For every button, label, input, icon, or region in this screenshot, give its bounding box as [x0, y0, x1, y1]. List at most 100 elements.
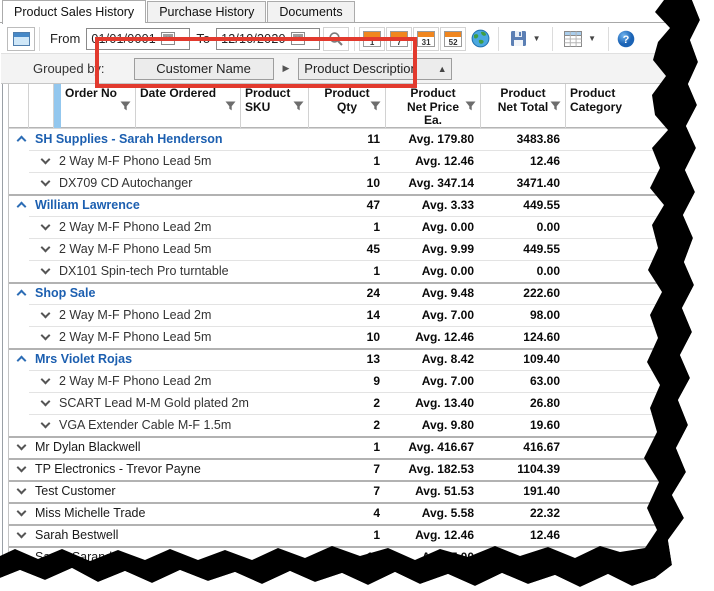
range-week-button[interactable]: 7	[386, 27, 412, 51]
expander-column-header	[29, 84, 54, 128]
expand-chevron-icon[interactable]	[17, 485, 27, 495]
tab-documents[interactable]: Documents	[267, 1, 354, 22]
expand-chevron-icon[interactable]	[17, 463, 27, 473]
expand-chevron-icon[interactable]	[41, 375, 51, 385]
expand-chevron-icon[interactable]	[17, 529, 27, 539]
expand-chevron-icon[interactable]	[41, 331, 51, 341]
column-header-product-sku[interactable]: Product SKU	[241, 84, 309, 128]
expand-chevron-icon[interactable]	[41, 265, 51, 275]
expand-chevron-icon[interactable]	[41, 419, 51, 429]
grouped-by-bar: Grouped by: Customer Name ▶ Product Desc…	[1, 53, 714, 84]
column-header-product-net-total[interactable]: Product Net Total	[481, 84, 566, 128]
customer-group-row[interactable]: Sarah Bestwell1Avg. 12.4612.46	[9, 524, 714, 546]
tab-product-sales-history[interactable]: Product Sales History	[2, 0, 146, 23]
range-day-button[interactable]: 1	[359, 27, 385, 51]
collapse-chevron-icon[interactable]	[17, 290, 27, 300]
group-field-customer-name[interactable]: Customer Name	[134, 58, 274, 80]
net-price-cell: Avg. 7.00	[380, 370, 474, 392]
customer-group-row[interactable]: Shop Sale24Avg. 9.48222.60	[9, 282, 714, 304]
to-date-input[interactable]: 12/10/2020	[216, 28, 320, 50]
customer-label: Sarah Sarandon	[35, 546, 126, 568]
collapse-chevron-icon[interactable]	[17, 136, 27, 146]
product-row[interactable]: 2 Way M-F Phono Lead 2m14Avg. 7.0098.00	[9, 304, 714, 326]
expand-chevron-icon[interactable]	[17, 507, 27, 517]
filter-icon[interactable]	[658, 101, 669, 111]
collapse-chevron-icon[interactable]	[17, 202, 27, 212]
qty-cell: 2	[304, 414, 380, 436]
product-row[interactable]: 2 Way M-F Phono Lead 2m9Avg. 7.0063.00	[9, 370, 714, 392]
chevron-down-icon[interactable]: ▼	[588, 34, 596, 43]
filter-icon[interactable]	[120, 101, 131, 111]
expand-chevron-icon[interactable]	[41, 397, 51, 407]
filter-icon[interactable]	[370, 101, 381, 111]
chevron-down-icon[interactable]: ▼	[533, 34, 541, 43]
column-header-product-net-price[interactable]: Product Net Price Ea.	[386, 84, 481, 128]
customer-group-row[interactable]: Sarah Sarandon14Avg. 7.0098.00	[9, 546, 714, 568]
column-header-date-ordered[interactable]: Date Ordered	[136, 84, 241, 128]
product-label: 2 Way M-F Phono Lead 2m	[59, 216, 211, 238]
filter-icon[interactable]	[465, 101, 476, 111]
save-button[interactable]: ▼	[503, 27, 547, 51]
web-button[interactable]	[467, 27, 493, 51]
range-month-button[interactable]: 31	[413, 27, 439, 51]
group-field-label: Product Description	[304, 61, 417, 76]
customer-group-row[interactable]: William Lawrence47Avg. 3.33449.55	[9, 194, 714, 216]
product-row[interactable]: VGA Extender Cable M-F 1.5m 2Avg. 9.8019.…	[9, 414, 714, 436]
toolbar-separator	[608, 27, 609, 51]
net-price-cell: Avg. 9.48	[380, 282, 474, 304]
net-price-cell: Avg. 5.58	[380, 502, 474, 524]
product-label: 2 Way M-F Phono Lead 5m	[59, 238, 211, 260]
expand-chevron-icon[interactable]	[41, 221, 51, 231]
expand-chevron-icon[interactable]	[41, 177, 51, 187]
tab-purchase-history[interactable]: Purchase History	[147, 1, 266, 22]
product-row[interactable]: 2 Way M-F Phono Lead 5m45Avg. 9.99449.55	[9, 238, 714, 260]
expand-chevron-icon[interactable]	[17, 441, 27, 451]
customer-group-row[interactable]: Miss Michelle Trade4Avg. 5.5822.32	[9, 502, 714, 524]
customer-group-row[interactable]: Mr Dylan Blackwell1Avg. 416.67416.67	[9, 436, 714, 458]
expander-column-header	[9, 84, 29, 128]
net-price-cell: Avg. 9.80	[380, 414, 474, 436]
filter-icon[interactable]	[550, 101, 561, 111]
layout-button[interactable]: ▼	[557, 27, 603, 51]
column-label: Product Net Price Ea.	[397, 84, 469, 128]
expand-chevron-icon[interactable]	[41, 309, 51, 319]
net-price-cell: Avg. 182.53	[380, 458, 474, 480]
range-year-button[interactable]: 52	[440, 27, 466, 51]
qty-cell: 11	[304, 128, 380, 150]
collapse-chevron-icon[interactable]	[17, 356, 27, 366]
column-header-order-no[interactable]: Order No	[61, 84, 136, 128]
net-total-cell: 22.32	[474, 502, 560, 524]
net-price-cell: Avg. 12.46	[380, 524, 474, 546]
product-label: 2 Way M-F Phono Lead 5m	[59, 150, 211, 172]
help-button[interactable]: ?	[613, 27, 639, 51]
column-header-product-qty[interactable]: Product Qty	[309, 84, 386, 128]
from-date-input[interactable]: 01/01/0001	[86, 28, 190, 50]
customer-group-row[interactable]: TP Electronics - Trevor Payne7Avg. 182.5…	[9, 458, 714, 480]
calendar-icon[interactable]	[291, 32, 305, 45]
new-window-button[interactable]	[7, 27, 35, 51]
product-row[interactable]: 2 Way M-F Phono Lead 2m1Avg. 0.000.00	[9, 216, 714, 238]
expand-chevron-icon[interactable]	[41, 243, 51, 253]
product-row[interactable]: DX709 CD Autochanger10Avg. 347.143471.40	[9, 172, 714, 194]
expand-chevron-icon[interactable]	[41, 155, 51, 165]
product-row[interactable]: 2 Way M-F Phono Lead 5m10Avg. 12.46124.6…	[9, 326, 714, 348]
customer-group-row[interactable]: Mrs Violet Rojas13Avg. 8.42109.40	[9, 348, 714, 370]
customer-group-row[interactable]: Test Customer7Avg. 51.53191.40	[9, 480, 714, 502]
filter-icon[interactable]	[225, 101, 236, 111]
net-total-cell: 19.60	[474, 414, 560, 436]
net-total-cell: 98.00	[474, 304, 560, 326]
expand-chevron-icon[interactable]	[17, 551, 27, 561]
calendar-1-icon: 1	[363, 31, 381, 47]
search-icon	[328, 31, 344, 47]
filter-icon[interactable]	[293, 101, 304, 111]
group-field-product-description[interactable]: Product Description ▲	[298, 58, 452, 80]
calendar-icon[interactable]	[161, 32, 175, 45]
customer-group-row[interactable]: SH Supplies - Sarah Henderson11Avg. 179.…	[9, 128, 714, 150]
column-header-product-category[interactable]: Product Category	[566, 84, 714, 128]
column-label: Product Net Total	[487, 84, 559, 114]
search-button[interactable]	[323, 27, 349, 51]
product-row[interactable]: SCART Lead M-M Gold plated 2m2Avg. 13.40…	[9, 392, 714, 414]
product-row[interactable]: DX101 Spin-tech Pro turntable1Avg. 0.000…	[9, 260, 714, 282]
product-label: VGA Extender Cable M-F 1.5m	[59, 414, 231, 436]
product-row[interactable]: 2 Way M-F Phono Lead 5m1Avg. 12.4612.46	[9, 150, 714, 172]
